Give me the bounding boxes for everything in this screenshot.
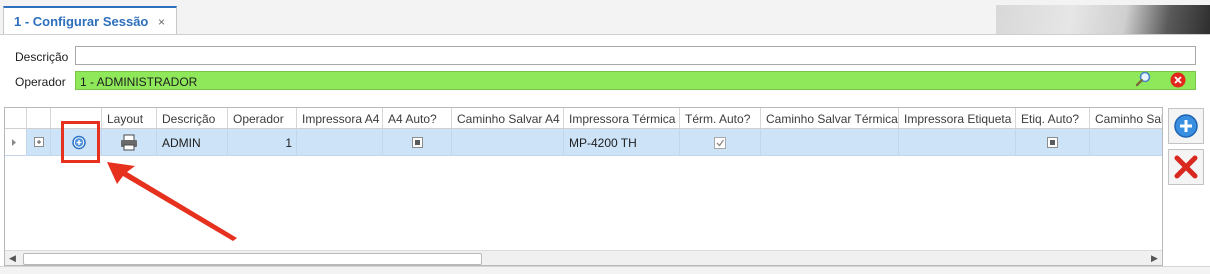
scroll-left-icon[interactable]: ◀ <box>5 251 20 265</box>
delete-button[interactable] <box>1168 149 1204 185</box>
impressora-etiqueta-cell[interactable] <box>899 129 1016 156</box>
descricao-input[interactable] <box>75 46 1196 65</box>
expand-column-header <box>27 108 51 129</box>
layout-cell[interactable] <box>102 129 157 156</box>
a4-auto-cell[interactable] <box>383 129 452 156</box>
table-row[interactable]: ADMIN 1 MP-4200 TH <box>5 129 1162 156</box>
term-auto-cell[interactable] <box>680 129 761 156</box>
impressora-a4-cell[interactable] <box>297 129 383 156</box>
caminho-a4-cell[interactable] <box>452 129 564 156</box>
annotation-arrow-icon <box>107 162 237 241</box>
add-button[interactable] <box>1168 108 1204 144</box>
magnifier-icon[interactable] <box>1135 71 1151 87</box>
row-indicator-header <box>5 108 27 129</box>
operador-label: Operador <box>15 75 66 89</box>
operador-value: 1 - ADMINISTRADOR <box>80 75 198 89</box>
annotation-highlight-box <box>61 121 100 163</box>
column-header-caminho-salvar-a4[interactable]: Caminho Salvar A4 <box>452 108 564 129</box>
red-x-icon <box>1174 155 1198 179</box>
column-header-etiq-auto[interactable]: Etiq. Auto? <box>1016 108 1090 129</box>
column-header-impressora-etiqueta[interactable]: Impressora Etiqueta <box>899 108 1016 129</box>
descricao-cell[interactable]: ADMIN <box>157 129 228 156</box>
horizontal-scrollbar[interactable]: ◀ ▶ <box>5 250 1162 265</box>
column-header-layout[interactable]: Layout <box>102 108 157 129</box>
scroll-right-icon[interactable]: ▶ <box>1147 251 1162 265</box>
expand-cell[interactable] <box>27 129 51 156</box>
column-header-operador[interactable]: Operador <box>228 108 297 129</box>
column-header-term-auto[interactable]: Térm. Auto? <box>680 108 761 129</box>
operador-field[interactable]: 1 - ADMINISTRADOR <box>75 71 1196 90</box>
plus-box-icon[interactable] <box>27 129 51 156</box>
impressora-termica-cell[interactable]: MP-4200 TH <box>564 129 680 156</box>
tab-configurar-sessao[interactable]: 1 - Configurar Sessão × <box>3 6 177 34</box>
etiq-auto-checkbox[interactable] <box>1016 129 1090 156</box>
caminho-salvar-cell[interactable] <box>1090 129 1162 156</box>
column-header-descricao[interactable]: Descrição <box>157 108 228 129</box>
column-header-impressora-termica[interactable]: Impressora Térmica <box>564 108 680 129</box>
tab-strip: 1 - Configurar Sessão × <box>0 0 1210 35</box>
tab-title: 1 - Configurar Sessão <box>14 14 149 29</box>
caminho-termica-cell[interactable] <box>761 129 899 156</box>
column-header-caminho-salvar-termica[interactable]: Caminho Salvar Térmica <box>761 108 899 129</box>
row-pointer-icon <box>12 139 16 146</box>
column-header-caminho-salvar[interactable]: Caminho Salvar <box>1090 108 1162 129</box>
descricao-label: Descrição <box>15 50 69 64</box>
operador-cell[interactable]: 1 <box>228 129 297 156</box>
etiq-auto-cell[interactable] <box>1016 129 1090 156</box>
a4-auto-checkbox[interactable] <box>383 129 452 156</box>
printer-icon[interactable] <box>102 129 157 156</box>
clear-red-icon[interactable] <box>1170 72 1186 88</box>
term-auto-checkbox[interactable] <box>680 129 761 156</box>
column-header-a4-auto[interactable]: A4 Auto? <box>383 108 452 129</box>
scroll-thumb[interactable] <box>23 253 482 265</box>
header-background-image <box>996 5 1210 34</box>
tab-close-icon[interactable]: × <box>158 15 165 29</box>
column-header-impressora-a4[interactable]: Impressora A4 <box>297 108 383 129</box>
row-indicator <box>5 129 27 156</box>
plus-circle-icon <box>1174 114 1198 138</box>
